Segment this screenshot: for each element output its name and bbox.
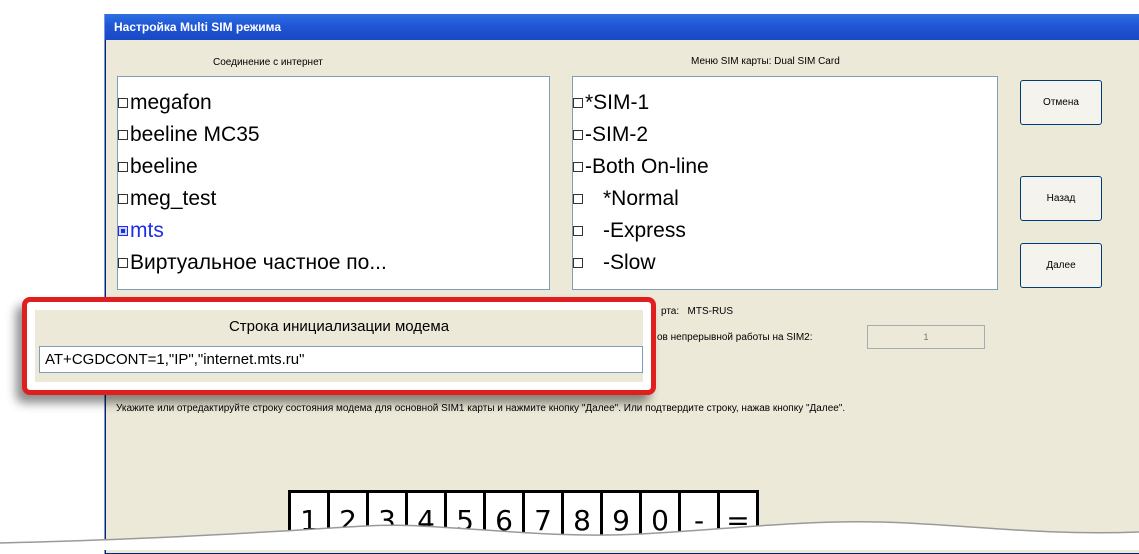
keypad-key[interactable]: 3: [369, 490, 408, 550]
window-title: Настройка Multi SIM режима: [105, 14, 1139, 40]
list-item[interactable]: -SIM-2: [573, 119, 997, 151]
operator-label: рта: MTS-RUS: [661, 306, 734, 317]
checkbox-icon[interactable]: [118, 194, 128, 204]
list-item[interactable]: megafon: [118, 87, 549, 119]
list-item[interactable]: beeline: [118, 151, 549, 183]
keypad-key[interactable]: 7: [525, 490, 564, 550]
list-item-selected[interactable]: mts: [118, 215, 549, 247]
checkbox-icon[interactable]: [118, 258, 128, 268]
cancel-button[interactable]: Отмена: [1020, 80, 1102, 125]
checkbox-icon[interactable]: [573, 130, 583, 140]
keypad-key[interactable]: 6: [486, 490, 525, 550]
next-button[interactable]: Далее: [1020, 243, 1102, 288]
back-button[interactable]: Назад: [1020, 176, 1102, 221]
sim2-time-label: ов непрерывной работы на SIM2:: [657, 332, 813, 343]
instruction-text: Укажите или отредактируйте строку состоя…: [116, 403, 846, 414]
operator-value: MTS-RUS: [687, 306, 734, 317]
keypad-key[interactable]: =: [720, 490, 759, 550]
modem-init-callout: Строка инициализации модема AT+CGDCONT=1…: [22, 297, 656, 395]
list-item[interactable]: -Express: [573, 215, 997, 247]
multi-sim-dialog: Настройка Multi SIM режима Соединение с …: [104, 14, 1139, 554]
checkbox-icon[interactable]: [573, 162, 583, 172]
keypad-key[interactable]: -: [681, 490, 720, 550]
keypad: 1 2 3 4 5 6 7 8 9 0 - =: [288, 490, 759, 550]
list-item[interactable]: beeline MC35: [118, 119, 549, 151]
list-item[interactable]: -Slow: [573, 247, 997, 279]
callout-title: Строка инициализации модема: [228, 318, 450, 335]
checkbox-icon[interactable]: [573, 226, 583, 236]
callout-panel: Строка инициализации модема AT+CGDCONT=1…: [35, 310, 643, 382]
list-item[interactable]: *SIM-1: [573, 87, 997, 119]
modem-init-string-input[interactable]: AT+CGDCONT=1,"IP","internet.mts.ru": [39, 346, 643, 373]
checkbox-icon[interactable]: [573, 194, 583, 204]
keypad-key[interactable]: 2: [330, 490, 369, 550]
checkbox-icon[interactable]: [573, 98, 583, 108]
checkbox-icon[interactable]: [118, 98, 128, 108]
keypad-key[interactable]: 5: [447, 490, 486, 550]
internet-connection-caption: Соединение с интернет: [213, 57, 323, 68]
keypad-key[interactable]: 0: [642, 490, 681, 550]
sim-menu-caption: Меню SIM карты: Dual SIM Card: [691, 56, 840, 67]
sim-menu-list[interactable]: *SIM-1 -SIM-2 -Both On-line *Normal -Exp…: [572, 76, 998, 290]
list-item[interactable]: -Both On-line: [573, 151, 997, 183]
checkbox-icon[interactable]: [573, 258, 583, 268]
keypad-key[interactable]: 1: [291, 490, 330, 550]
checkbox-icon[interactable]: [118, 162, 128, 172]
list-item[interactable]: meg_test: [118, 183, 549, 215]
list-item[interactable]: *Normal: [573, 183, 997, 215]
keypad-key[interactable]: 4: [408, 490, 447, 550]
keypad-key[interactable]: 9: [603, 490, 642, 550]
sim2-time-field: 1: [867, 325, 985, 349]
checked-checkbox-icon[interactable]: [118, 226, 128, 236]
keypad-key[interactable]: 8: [564, 490, 603, 550]
list-item[interactable]: Виртуальное частное по...: [118, 247, 549, 279]
checkbox-icon[interactable]: [118, 130, 128, 140]
internet-connection-list[interactable]: megafon beeline MC35 beeline meg_test mt…: [117, 76, 550, 290]
